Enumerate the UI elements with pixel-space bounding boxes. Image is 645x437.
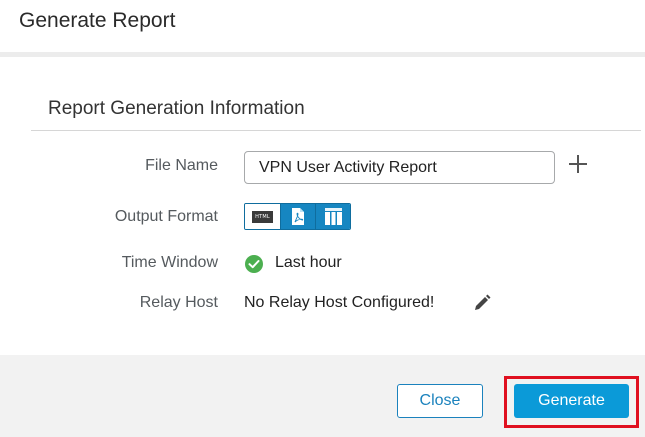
file-name-input[interactable] xyxy=(244,151,555,184)
format-csv-button[interactable] xyxy=(315,204,350,229)
generate-button[interactable]: Generate xyxy=(514,384,629,418)
time-window-value: Last hour xyxy=(275,254,342,271)
dialog-content: Report Generation Information File Name … xyxy=(0,57,645,355)
pencil-edit-icon[interactable] xyxy=(472,293,492,313)
dialog-footer: Close Generate xyxy=(0,355,645,437)
add-icon[interactable] xyxy=(568,154,588,174)
format-pdf-button[interactable] xyxy=(280,204,315,229)
dialog-header: Generate Report xyxy=(0,0,645,57)
time-window-label: Time Window xyxy=(121,254,218,271)
section-title: Report Generation Information xyxy=(48,98,305,119)
close-button[interactable]: Close xyxy=(397,384,483,418)
section-divider xyxy=(31,130,641,131)
csv-columns-icon xyxy=(324,208,342,225)
html-file-icon: HTML xyxy=(252,210,273,223)
pdf-file-icon xyxy=(292,208,304,225)
file-name-label: File Name xyxy=(145,157,218,174)
output-format-label: Output Format xyxy=(114,208,218,225)
dialog-title: Generate Report xyxy=(19,9,176,32)
format-html-button[interactable]: HTML xyxy=(245,204,280,229)
relay-host-label: Relay Host xyxy=(139,294,218,311)
relay-host-value: No Relay Host Configured! xyxy=(244,294,435,311)
output-format-toggle-group: HTML xyxy=(244,203,351,230)
check-circle-icon xyxy=(245,255,263,273)
